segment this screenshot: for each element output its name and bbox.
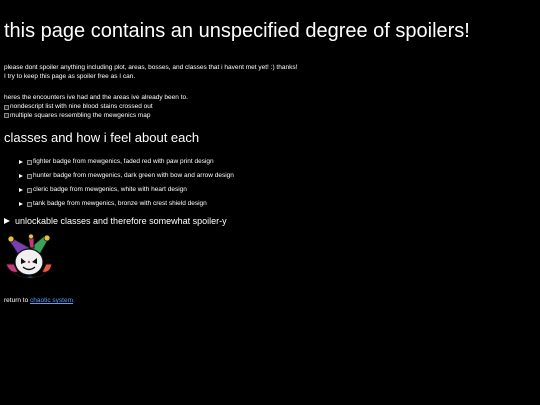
class-item-hunter[interactable]: hunter badge from mewgenics, dark green … — [19, 169, 234, 183]
footer: return to chaotic system — [4, 297, 73, 306]
class-badge-alt: tank badge from mewgenics, bronze with c… — [33, 199, 207, 207]
broken-image-icon — [27, 201, 32, 207]
broken-image-icon — [27, 187, 32, 193]
unlockables-label: unlockable classes and therefore somewha… — [15, 216, 227, 226]
classes-list: fighter badge from mewgenics, faded red … — [19, 155, 234, 211]
chaotic-system-link[interactable]: chaotic system — [30, 297, 73, 304]
classes-heading: classes and how i feel about each — [4, 130, 200, 145]
class-badge-alt: cleric badge from mewgenics, white with … — [33, 185, 187, 193]
map-image-alt: multiple squares resembling the mewgenic… — [10, 111, 151, 119]
intro-text: please dont spoiler anything including p… — [4, 64, 297, 82]
disclosure-triangle-icon[interactable] — [19, 160, 23, 164]
encounters-list-alt: nondescript list with nine blood stains … — [10, 102, 153, 110]
disclosure-triangle-icon[interactable] — [19, 202, 23, 206]
jester-mascot-icon — [5, 234, 53, 279]
intro-line-1: please dont spoiler anything including p… — [4, 64, 298, 71]
class-item-tank[interactable]: tank badge from mewgenics, bronze with c… — [19, 197, 234, 211]
map-image: multiple squares resembling the mewgenic… — [4, 112, 188, 121]
unlockables-summary[interactable]: unlockable classes and therefore somewha… — [4, 215, 227, 227]
encounters-section: heres the encounters ive had and the are… — [4, 94, 188, 120]
class-badge-alt: fighter badge from mewgenics, faded red … — [33, 157, 214, 165]
disclosure-triangle-icon[interactable] — [19, 174, 23, 178]
class-item-fighter[interactable]: fighter badge from mewgenics, faded red … — [19, 155, 234, 169]
disclosure-triangle-icon[interactable] — [19, 188, 23, 192]
broken-image-icon — [4, 104, 9, 110]
broken-image-icon — [4, 113, 9, 119]
disclosure-triangle-icon[interactable] — [4, 218, 10, 225]
footer-prefix: return to — [4, 297, 31, 304]
broken-image-icon — [27, 159, 32, 165]
encounters-text: heres the encounters ive had and the are… — [4, 94, 188, 101]
encounters-list-image: nondescript list with nine blood stains … — [4, 103, 188, 112]
broken-image-icon — [27, 173, 32, 179]
class-item-cleric[interactable]: cleric badge from mewgenics, white with … — [19, 183, 234, 197]
intro-line-2: I try to keep this page as spoiler free … — [4, 72, 136, 80]
class-badge-alt: hunter badge from mewgenics, dark green … — [33, 171, 234, 179]
page-title: this page contains an unspecified degree… — [4, 20, 470, 42]
